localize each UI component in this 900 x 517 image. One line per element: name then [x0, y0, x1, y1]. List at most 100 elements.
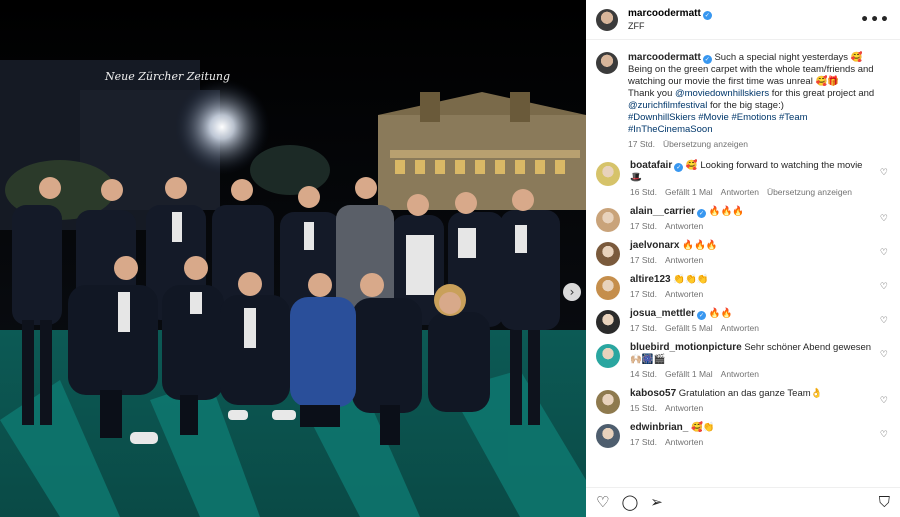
comment-like-icon[interactable]: ♡ — [880, 396, 888, 406]
comment-likes[interactable]: Gefällt 1 Mal — [665, 369, 713, 379]
comment-time[interactable]: 17 Std. — [630, 289, 657, 299]
caption-end: for the big stage:) — [707, 100, 784, 111]
reply-button[interactable]: Antworten — [665, 289, 703, 299]
commenter-username[interactable]: edwinbrian_ — [630, 422, 688, 433]
building-sign: Neue Zürcher Zeitung — [104, 70, 230, 83]
comment-body: jaelvonarx 🔥🔥🔥 17 Std. Antworten — [630, 240, 890, 266]
photo-scene: Neue Zürcher Zeitung — [0, 0, 586, 517]
caption-time[interactable]: 17 Std. — [628, 139, 655, 149]
comment-body: edwinbrian_ 🥰👏 17 Std. Antworten — [630, 422, 890, 448]
comment-meta: 17 Std. Antworten — [630, 288, 874, 300]
comment-time[interactable]: 17 Std. — [630, 221, 657, 231]
next-image-button[interactable]: › — [563, 283, 581, 301]
comment-text: 🔥🔥🔥 — [682, 240, 718, 251]
caption-translate[interactable]: Übersetzung anzeigen — [663, 139, 748, 149]
comment-time[interactable]: 14 Std. — [630, 369, 657, 379]
comment-likes[interactable]: Gefällt 5 Mal — [665, 323, 713, 333]
comment-body: alain__carrier ✓ 🔥🔥🔥 17 Std. Antworten — [630, 206, 890, 232]
comment-meta: 17 Std. Antworten — [630, 220, 874, 232]
commenter-username[interactable]: alain__carrier — [630, 206, 695, 217]
caption-mention-movie[interactable]: @moviedownhillskiers — [675, 88, 769, 99]
caption-line-3: Thank you — [628, 88, 675, 99]
verified-icon: ✓ — [702, 10, 712, 20]
bookmark-icon[interactable]: ⛉ — [879, 495, 890, 510]
post-header: marcoodermatt ✓ ZFF ••• — [586, 0, 900, 40]
comment-like-icon[interactable]: ♡ — [880, 316, 888, 326]
commenter-username[interactable]: jaelvonarx — [630, 240, 679, 251]
comment-time[interactable]: 17 Std. — [630, 323, 657, 333]
comment-time[interactable]: 15 Std. — [630, 403, 657, 413]
commenter-avatar[interactable] — [596, 208, 620, 232]
comment-body: altire123 👏👏👏 17 Std. Antworten — [630, 274, 890, 300]
share-icon[interactable]: ➢ — [650, 495, 663, 510]
comment-body: kaboso57 Gratulation an das ganze Team👌 1… — [630, 388, 890, 414]
comment-meta: 14 Std. Gefällt 1 Mal Antworten — [630, 368, 874, 380]
comment-text: 👏👏👏 — [673, 274, 709, 285]
comment-item: boatafair ✓ 🥰 Looking forward to watching… — [596, 160, 890, 198]
caption-mention-festival[interactable]: @zurichfilmfestival — [628, 100, 707, 111]
comment-like-icon[interactable]: ♡ — [880, 248, 888, 258]
verified-icon: ✓ — [697, 311, 707, 320]
caption-line-1: Such a special night yesterdays 🥰 — [714, 52, 863, 63]
commenter-avatar[interactable] — [596, 162, 620, 186]
verified-icon: ✓ — [674, 163, 684, 172]
comment-item: jaelvonarx 🔥🔥🔥 17 Std. Antworten ♡ — [596, 240, 890, 266]
comment-item: bluebird_motionpicture Sehr schöner Aben… — [596, 342, 890, 380]
comment-like-icon[interactable]: ♡ — [880, 282, 888, 292]
author-username[interactable]: marcoodermatt — [628, 8, 701, 19]
reply-button[interactable]: Antworten — [665, 255, 703, 265]
translate-button[interactable]: Übersetzung anzeigen — [767, 187, 852, 197]
commenter-avatar[interactable] — [596, 344, 620, 368]
comment-likes[interactable]: Gefällt 1 Mal — [665, 187, 713, 197]
caption-avatar[interactable] — [596, 52, 618, 74]
comment-body: boatafair ✓ 🥰 Looking forward to watching… — [630, 160, 890, 198]
comment-meta: 17 Std. Antworten — [630, 254, 874, 266]
comments-scroll[interactable]: marcoodermatt ✓ Such a special night yest… — [586, 40, 900, 487]
action-bar: ♡ ◯ ➢ ⛉ — [586, 487, 900, 517]
verified-icon: ✓ — [702, 55, 712, 64]
reply-button[interactable]: Antworten — [665, 437, 703, 447]
comment-like-icon[interactable]: ♡ — [880, 430, 888, 440]
comment-item: josua_mettler ✓ 🔥🔥 17 Std. Gefällt 5 Mal Ant… — [596, 308, 890, 334]
comment-body: bluebird_motionpicture Sehr schöner Aben… — [630, 342, 890, 380]
reply-button[interactable]: Antworten — [721, 369, 759, 379]
comment-like-icon[interactable]: ♡ — [880, 214, 888, 224]
post-photo[interactable]: Neue Zürcher Zeitung › — [0, 0, 586, 517]
commenter-username[interactable]: kaboso57 — [630, 388, 676, 399]
comment-time[interactable]: 17 Std. — [630, 255, 657, 265]
commenter-username[interactable]: altire123 — [630, 274, 671, 285]
post-location[interactable]: ZFF — [628, 20, 860, 32]
reply-button[interactable]: Antworten — [721, 187, 759, 197]
comment-like-icon[interactable]: ♡ — [880, 350, 888, 360]
reply-button[interactable]: Antworten — [665, 403, 703, 413]
author-avatar[interactable] — [596, 8, 618, 31]
comment-meta: 15 Std. Antworten — [630, 402, 874, 414]
commenter-avatar[interactable] — [596, 424, 620, 448]
commenter-username[interactable]: boatafair — [630, 160, 672, 171]
caption-username[interactable]: marcoodermatt — [628, 52, 701, 63]
comment-list: boatafair ✓ 🥰 Looking forward to watching… — [596, 160, 890, 448]
comment-like-icon[interactable]: ♡ — [880, 168, 888, 178]
commenter-avatar[interactable] — [596, 310, 620, 334]
comment-text: 🥰👏 — [691, 422, 715, 433]
reply-button[interactable]: Antworten — [665, 221, 703, 231]
comment-time[interactable]: 16 Std. — [630, 187, 657, 197]
commenter-avatar[interactable] — [596, 276, 620, 300]
comment-item: alain__carrier ✓ 🔥🔥🔥 17 Std. Antworten ♡ — [596, 206, 890, 232]
commenter-avatar[interactable] — [596, 242, 620, 266]
more-options-icon[interactable]: ••• — [860, 12, 890, 28]
commenter-avatar[interactable] — [596, 390, 620, 414]
comment-text: 🔥🔥 — [708, 308, 733, 319]
post-sidebar: marcoodermatt ✓ ZFF ••• marcoodermatt ✓ Su… — [586, 0, 900, 517]
comment-time[interactable]: 17 Std. — [630, 437, 657, 447]
commenter-username[interactable]: bluebird_motionpicture — [630, 342, 742, 353]
comment-item: kaboso57 Gratulation an das ganze Team👌 1… — [596, 388, 890, 414]
comment-icon[interactable]: ◯ — [621, 495, 638, 510]
comment-text: Gratulation an das ganze Team👌 — [678, 388, 823, 399]
commenter-username[interactable]: josua_mettler — [630, 308, 695, 319]
like-icon[interactable]: ♡ — [596, 495, 609, 510]
reply-button[interactable]: Antworten — [721, 323, 759, 333]
caption-hashtags[interactable]: #DownhillSkiers #Movie #Emotions #Team #… — [628, 112, 808, 135]
comment-meta: 16 Std. Gefällt 1 Mal Antworten Übersetzung… — [630, 186, 874, 198]
comment-meta: 17 Std. Antworten — [630, 436, 874, 448]
